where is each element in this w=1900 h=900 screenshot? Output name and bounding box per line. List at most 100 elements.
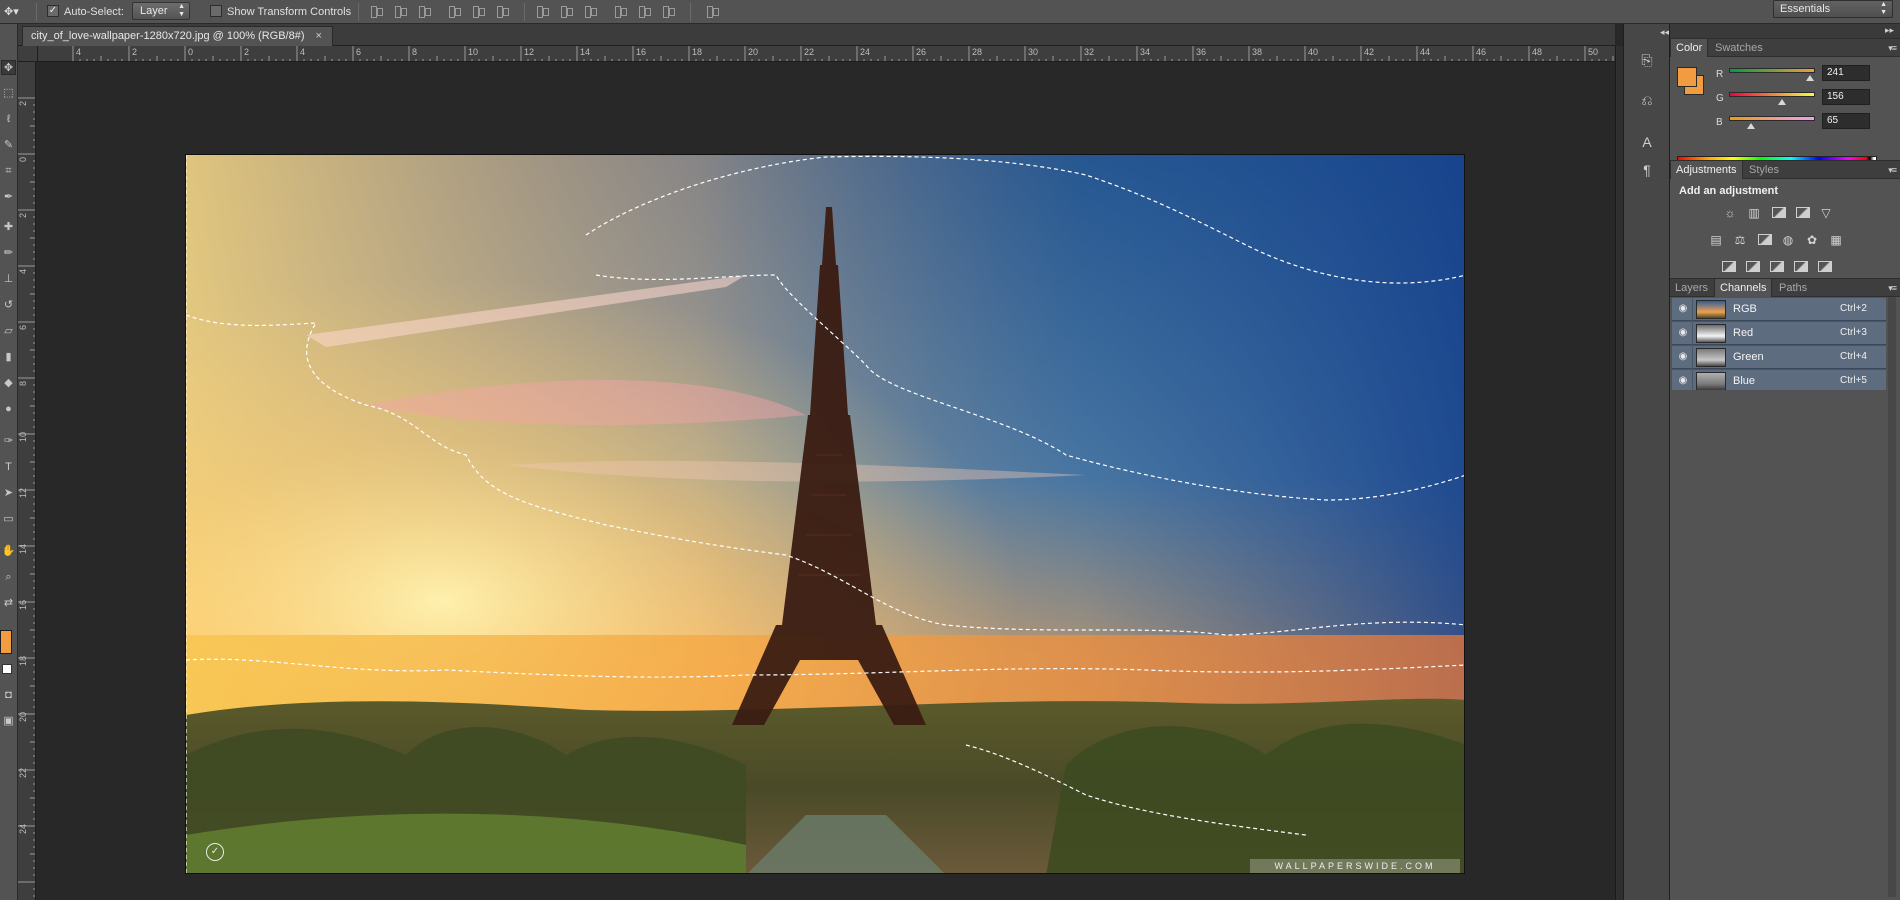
align-horizontal-centers-icon[interactable] [470,3,486,19]
show-transform-controls-checkbox[interactable] [210,5,222,17]
ruler-origin[interactable] [18,46,38,62]
background-color-swatch[interactable] [2,664,12,674]
align-vertical-centers-icon[interactable] [392,3,408,19]
selective-color-icon[interactable] [1794,261,1808,272]
threshold-icon[interactable] [1770,261,1784,272]
color-balance-icon[interactable]: ⚖ [1732,232,1748,248]
hue-saturation-icon[interactable]: ▤ [1708,232,1724,248]
move-tool-preset-icon[interactable]: ✥▾ [4,3,19,21]
shape-tool-icon[interactable]: ▭ [1,512,16,527]
invert-icon[interactable] [1722,261,1736,272]
hand-tool-icon[interactable]: ✋ [1,544,16,559]
foreground-color-swatch[interactable] [0,630,12,654]
visibility-eye-icon[interactable]: ◉ [1676,327,1690,339]
red-value-field[interactable]: 241 [1822,65,1870,81]
collapse-panels-icon[interactable]: ▸▸ [1885,25,1894,36]
marquee-tool-icon[interactable]: ⬚ [1,86,16,101]
tab-adjustments[interactable]: Adjustments [1670,161,1743,179]
history-brush-tool-icon[interactable]: ↺ [1,298,16,313]
close-document-icon[interactable]: × [316,30,322,42]
swap-colors-icon[interactable]: ⇄ [1,596,16,611]
foreground-color-box[interactable] [1677,67,1697,87]
visibility-eye-icon[interactable]: ◉ [1676,351,1690,363]
crop-tool-icon[interactable]: ⌗ [1,164,16,179]
character-panel-icon[interactable]: A [1637,132,1657,152]
path-selection-tool-icon[interactable]: ➤ [1,486,16,501]
visibility-eye-icon[interactable]: ◉ [1676,303,1690,315]
align-top-edges-icon[interactable] [368,3,384,19]
panel-scrollbar[interactable] [1888,297,1896,897]
auto-align-layers-icon[interactable] [704,3,720,19]
healing-brush-tool-icon[interactable]: ✚ [1,220,16,235]
blur-tool-icon[interactable]: ◆ [1,376,16,391]
tab-paths[interactable]: Paths [1774,279,1812,297]
clone-stamp-tool-icon[interactable]: ⊥ [1,272,16,287]
brightness-contrast-icon[interactable]: ☼ [1722,205,1738,221]
align-bottom-edges-icon[interactable] [416,3,432,19]
tab-color[interactable]: Color [1670,39,1709,57]
dodge-tool-icon[interactable]: ● [1,402,16,417]
align-right-edges-icon[interactable] [494,3,510,19]
panel-menu-icon[interactable]: ▾≡ [1888,165,1897,176]
red-slider[interactable] [1729,68,1815,73]
auto-select-checkbox[interactable]: ✓ [47,5,59,17]
tab-layers[interactable]: Layers [1670,279,1713,297]
document-canvas-image[interactable]: ✓ WALLPAPERSWIDE.COM [185,154,1465,874]
paragraph-panel-icon[interactable]: ¶ [1637,160,1657,180]
levels-icon[interactable]: ▥ [1746,205,1762,221]
document-vertical-scrollbar[interactable] [1615,46,1623,900]
green-slider-knob[interactable] [1777,99,1786,105]
black-white-icon[interactable] [1758,234,1772,245]
color-lookup-icon[interactable]: ▦ [1828,232,1844,248]
document-tab[interactable]: city_of_love-wallpaper-1280x720.jpg @ 10… [22,26,333,46]
distribute-bottom-edges-icon[interactable] [582,3,598,19]
brush-tool-icon[interactable]: ✏ [1,246,16,261]
properties-panel-icon[interactable]: ⎌ [1637,90,1657,110]
zoom-tool-icon[interactable]: ⌕ [1,570,16,585]
history-panel-icon[interactable]: ⎘ [1637,50,1657,70]
distribute-top-edges-icon[interactable] [534,3,550,19]
posterize-icon[interactable] [1746,261,1760,272]
channel-mixer-icon[interactable]: ✿ [1804,232,1820,248]
distribute-horizontal-centers-icon[interactable] [636,3,652,19]
channel-row-green[interactable]: ◉ Green Ctrl+4 [1672,346,1886,369]
gradient-map-icon[interactable] [1818,261,1832,272]
horizontal-ruler[interactable]: 4 2 0 2 4 6 8 10 12 14 16 18 20 22 24 26 28 30 32 34 36 38 40 4… [38,46,1615,62]
green-value-field[interactable]: 156 [1822,89,1870,105]
move-tool-icon[interactable]: ✥ [1,60,16,75]
align-left-edges-icon[interactable] [446,3,462,19]
vertical-ruler[interactable]: 2 0 2 4 6 8 10 12 14 16 18 20 22 24 [18,62,36,900]
workspace-switcher-dropdown[interactable]: Essentials ▲ ▼ [1773,0,1893,18]
lasso-tool-icon[interactable]: ℓ [1,112,16,127]
channel-row-rgb[interactable]: ◉ RGB Ctrl+2 [1672,298,1886,321]
distribute-vertical-centers-icon[interactable] [558,3,574,19]
blue-slider[interactable] [1729,116,1815,121]
distribute-left-edges-icon[interactable] [612,3,628,19]
channel-row-red[interactable]: ◉ Red Ctrl+3 [1672,322,1886,345]
red-slider-knob[interactable] [1806,75,1815,81]
blue-slider-knob[interactable] [1746,123,1755,129]
panel-menu-icon[interactable]: ▾≡ [1888,43,1897,54]
photo-filter-icon[interactable]: ◍ [1780,232,1796,248]
visibility-eye-icon[interactable]: ◉ [1676,375,1690,387]
vibrance-icon[interactable]: ▽ [1818,205,1834,221]
collapse-dock-icon[interactable]: ◂◂ [1660,27,1669,38]
quick-select-tool-icon[interactable]: ✎ [1,138,16,153]
pen-tool-icon[interactable]: ✑ [1,434,16,449]
exposure-icon[interactable] [1796,207,1810,218]
eraser-tool-icon[interactable]: ▱ [1,324,16,339]
green-slider[interactable] [1729,92,1815,97]
quick-mask-icon[interactable]: ◘ [1,688,16,703]
panel-menu-icon[interactable]: ▾≡ [1888,283,1897,294]
curves-icon[interactable] [1772,207,1786,218]
auto-select-target-dropdown[interactable]: Layer ▲ ▼ [132,2,190,20]
blue-value-field[interactable]: 65 [1822,113,1870,129]
screen-mode-icon[interactable]: ▣ [1,714,16,729]
tab-channels[interactable]: Channels [1714,279,1773,297]
eyedropper-tool-icon[interactable]: ✒ [1,190,16,205]
distribute-right-edges-icon[interactable] [660,3,676,19]
tab-styles[interactable]: Styles [1744,161,1784,179]
type-tool-icon[interactable]: T [1,460,16,475]
tab-swatches[interactable]: Swatches [1710,39,1768,57]
gradient-tool-icon[interactable]: ▮ [1,350,16,365]
